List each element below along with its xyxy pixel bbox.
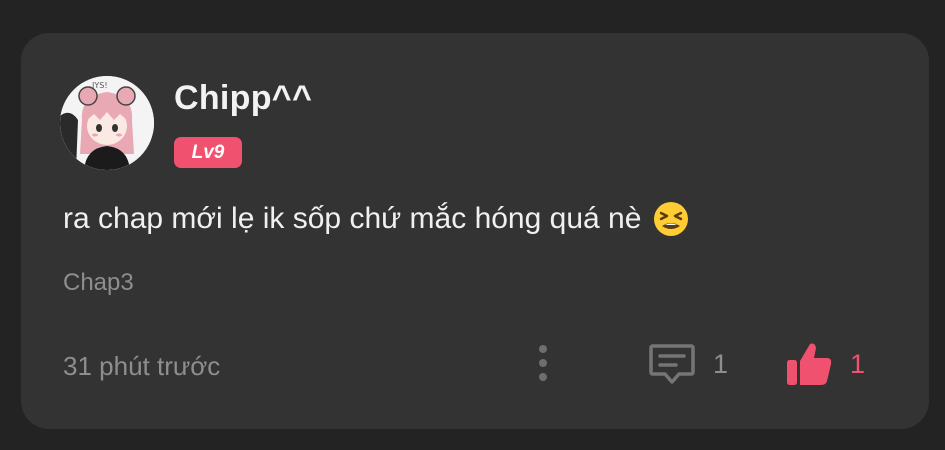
reply-count: 1 — [713, 348, 729, 379]
like-button[interactable]: 1 — [784, 337, 884, 391]
more-options-button[interactable] — [533, 343, 553, 383]
username[interactable]: Chipp^^ — [174, 79, 312, 118]
avatar-image: IYS! — [60, 76, 154, 170]
avatar[interactable]: IYS! — [60, 76, 154, 170]
thumbs-up-icon — [787, 343, 832, 385]
timestamp: 31 phút trước — [63, 351, 221, 381]
like-count: 1 — [850, 348, 866, 379]
comment-body: ra chap mới lẹ ik sốp chứ mắc hóng quá n… — [63, 201, 689, 237]
comment-icon — [649, 344, 695, 384]
level-badge: Lv9 — [174, 137, 242, 168]
vertical-dots-icon — [539, 345, 547, 381]
comment-card: IYS! Chipp^^ Lv9 ra chap mới lẹ ik sốp c… — [21, 33, 929, 429]
tired-face-emoji-icon — [653, 201, 689, 237]
reply-button[interactable]: 1 — [647, 339, 757, 389]
chapter-label[interactable]: Chap3 — [63, 269, 134, 297]
svg-text:IYS!: IYS! — [92, 81, 108, 90]
comment-text: ra chap mới lẹ ik sốp chứ mắc hóng quá n… — [63, 202, 642, 235]
